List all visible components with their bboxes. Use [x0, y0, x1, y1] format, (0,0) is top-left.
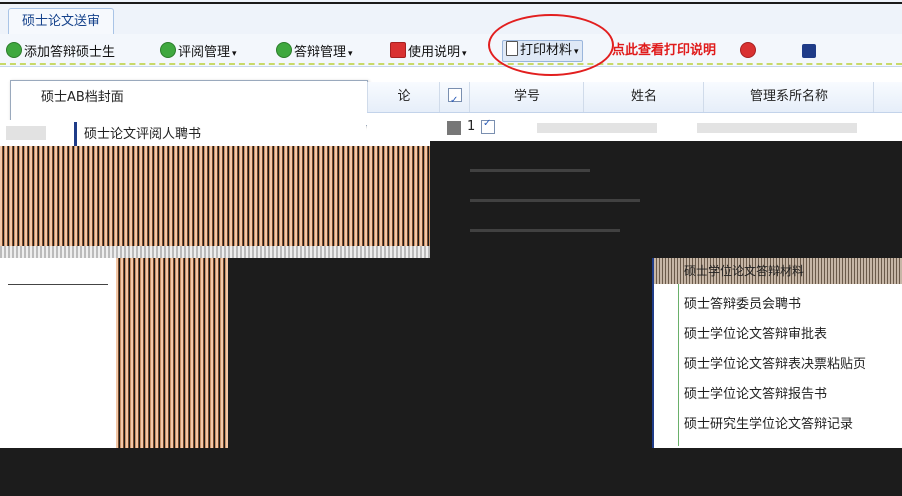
- glitch-dark-lower: [228, 258, 652, 448]
- menu-accent-bar: [74, 122, 77, 146]
- menu-item-row: 硕士论文评阅人聘书: [0, 120, 366, 146]
- column-header-department[interactable]: 管理系所名称: [703, 82, 874, 112]
- glitch-dark-area: [430, 141, 902, 258]
- tool-icon: [740, 42, 756, 58]
- checkbox-icon: [481, 118, 495, 134]
- menu-header: 硕士学位论文答辩材料: [654, 258, 902, 284]
- column-header-name[interactable]: 姓名: [583, 82, 704, 112]
- chevron-down-icon: ▾: [232, 49, 237, 59]
- chevron-down-icon: ▾: [462, 49, 467, 59]
- column-header-extra: [873, 82, 902, 112]
- grid-header: 论 学号 姓名 管理系所名称: [367, 82, 902, 116]
- defense-icon: [276, 42, 292, 58]
- add-student-button[interactable]: 添加答辩硕士生: [6, 42, 115, 60]
- defense-management-button[interactable]: 答辩管理 ▾: [276, 42, 353, 60]
- column-header-student-id[interactable]: 学号: [469, 82, 584, 112]
- annotation-circle: [488, 14, 614, 76]
- print-instructions-link[interactable]: 点此查看打印说明: [612, 42, 716, 60]
- tab-strip: [0, 0, 902, 35]
- noise-line: [470, 169, 590, 172]
- review-management-label: 评阅管理: [178, 45, 231, 60]
- pdf-icon: [390, 42, 406, 58]
- menu-item-approval-form[interactable]: 硕士学位论文答辩审批表: [684, 324, 827, 346]
- defense-materials-menu: 硕士学位论文答辩材料 硕士答辩委员会聘书 硕士学位论文答辩审批表 硕士学位论文答…: [652, 258, 902, 448]
- more-tools: [740, 42, 818, 60]
- chevron-down-icon: ▾: [348, 49, 353, 59]
- row-checkbox[interactable]: [481, 118, 495, 136]
- menu-item-ab-cover[interactable]: 硕士AB档封面: [41, 87, 124, 109]
- panel-line: [8, 284, 108, 285]
- blur-patch: [6, 126, 46, 140]
- left-panel: [0, 258, 116, 448]
- chart-icon: [802, 44, 817, 58]
- noise-line: [470, 199, 640, 202]
- toolbar-divider: [0, 63, 902, 67]
- menu-item-defense-report[interactable]: 硕士学位论文答辩报告书: [684, 384, 827, 406]
- add-icon: [6, 42, 22, 58]
- menu-item-committee-letter[interactable]: 硕士答辩委员会聘书: [684, 294, 801, 316]
- noise-line: [470, 229, 620, 232]
- top-border: [0, 2, 902, 4]
- menu-divider: [678, 284, 679, 446]
- usage-guide-label: 使用说明: [408, 45, 461, 60]
- usage-guide-button[interactable]: 使用说明 ▾: [390, 42, 467, 60]
- tab-thesis-review[interactable]: 硕士论文送审: [8, 8, 114, 35]
- menu-item-ballot-page[interactable]: 硕士学位论文答辩表决票粘贴页: [684, 354, 866, 376]
- menu-item-reviewer-letter[interactable]: 硕士论文评阅人聘书: [84, 124, 201, 146]
- add-student-label: 添加答辩硕士生: [24, 45, 116, 60]
- review-management-button[interactable]: 评阅管理 ▾: [160, 42, 237, 60]
- glitch-stripes: [0, 146, 430, 246]
- glitch-stripes-lower: [116, 258, 228, 448]
- menu-item-defense-record[interactable]: 硕士研究生学位论文答辩记录: [684, 414, 853, 436]
- row-indicator: [447, 121, 461, 135]
- checkbox-icon: [448, 86, 462, 116]
- redacted-cell: [537, 123, 657, 133]
- select-all-checkbox[interactable]: [439, 82, 470, 116]
- redacted-cell: [697, 123, 857, 133]
- bottom-dark-area: [0, 448, 902, 496]
- review-icon: [160, 42, 176, 58]
- table-row[interactable]: 1: [367, 113, 902, 141]
- column-header-thesis[interactable]: 论: [367, 82, 440, 112]
- glitch-band: [0, 246, 430, 258]
- defense-management-label: 答辩管理: [294, 45, 347, 60]
